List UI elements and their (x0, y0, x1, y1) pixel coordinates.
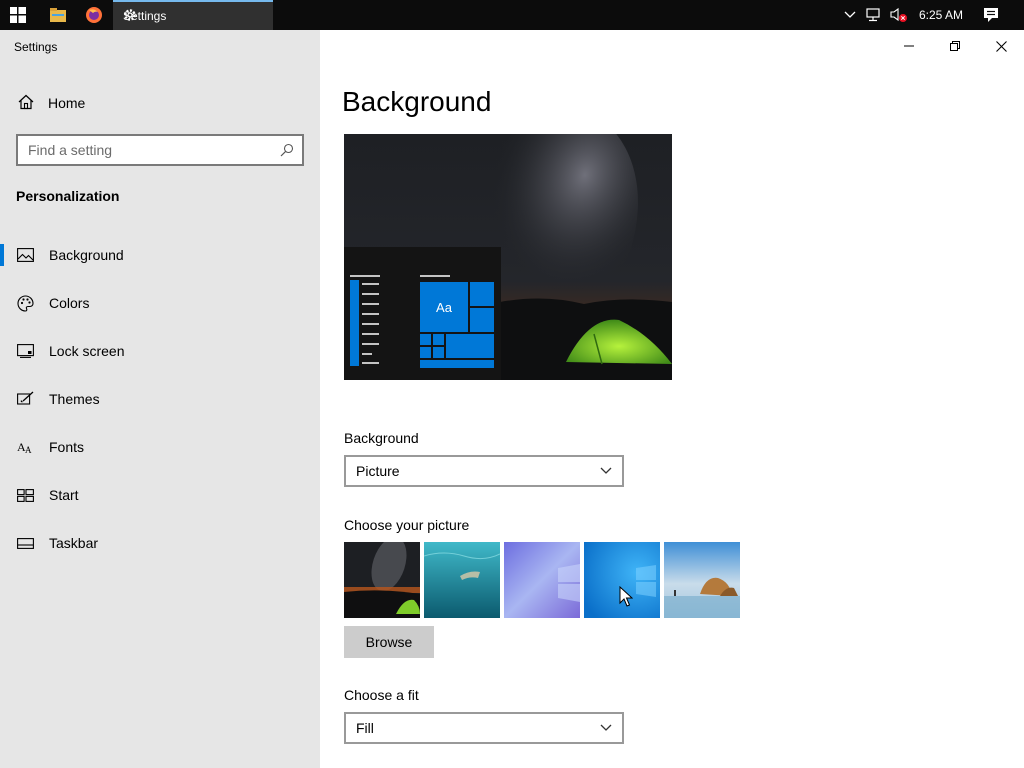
page-title: Background (342, 86, 492, 117)
sidebar-item-label: Background (49, 247, 124, 263)
sidebar-item-label: Themes (49, 391, 100, 407)
minimize-button[interactable] (886, 30, 932, 62)
image-icon (16, 246, 34, 264)
maximize-button[interactable] (932, 30, 978, 62)
background-dropdown-value: Picture (356, 463, 400, 479)
sidebar-item-themes[interactable]: Themes (0, 381, 320, 417)
background-dropdown[interactable]: Picture (344, 455, 624, 487)
svg-text:A: A (25, 445, 32, 455)
start-icon (16, 486, 34, 504)
picture-thumbnails (344, 542, 740, 618)
picture-thumbnail-night-sky[interactable] (344, 542, 420, 618)
sidebar-item-label: Taskbar (49, 535, 99, 551)
file-explorer-icon[interactable] (40, 0, 76, 30)
choose-picture-label: Choose your picture (344, 517, 470, 533)
sidebar: Settings Home Find a setting Personaliza… (0, 30, 320, 768)
taskbar-settings-label: Settings (123, 9, 167, 23)
palette-icon (16, 294, 34, 312)
search-icon[interactable] (272, 143, 302, 157)
chevron-down-icon (590, 467, 622, 475)
fit-dropdown-value: Fill (356, 720, 374, 736)
sidebar-item-taskbar[interactable]: Taskbar (0, 525, 320, 561)
home-icon (18, 94, 34, 113)
sidebar-item-label: Lock screen (49, 343, 125, 359)
action-center-icon[interactable] (976, 0, 1006, 30)
fit-dropdown[interactable]: Fill (344, 712, 624, 744)
search-placeholder: Find a setting (28, 142, 113, 158)
sidebar-item-fonts[interactable]: AA Fonts (0, 429, 320, 465)
network-icon[interactable] (864, 0, 884, 30)
search-input[interactable]: Find a setting (16, 134, 304, 166)
desktop-preview: Aa (344, 134, 672, 380)
fit-label: Choose a fit (344, 687, 419, 703)
clock[interactable]: 6:25 AM (912, 0, 970, 30)
browse-button[interactable]: Browse (344, 626, 434, 658)
close-button[interactable] (978, 30, 1024, 62)
section-title: Personalization (16, 188, 120, 204)
sidebar-item-label: Home (48, 95, 86, 111)
picture-thumbnail-windows-light[interactable] (504, 542, 580, 618)
firefox-icon[interactable] (76, 0, 112, 30)
sidebar-item-background[interactable]: Background (0, 237, 320, 273)
taskbar-icon (16, 534, 34, 552)
sidebar-item-label: Start (49, 487, 79, 503)
sidebar-item-colors[interactable]: Colors (0, 285, 320, 321)
mouse-cursor-icon (619, 585, 634, 613)
window-title: Settings (14, 40, 58, 54)
brush-icon (16, 390, 34, 408)
chevron-down-icon (590, 724, 622, 732)
background-label: Background (344, 430, 419, 446)
sidebar-item-home[interactable]: Home (0, 88, 320, 118)
lock-screen-icon (16, 342, 34, 360)
volume-muted-icon[interactable] (888, 0, 910, 30)
picture-thumbnail-underwater[interactable] (424, 542, 500, 618)
sidebar-item-label: Colors (49, 295, 90, 311)
sidebar-item-lock-screen[interactable]: Lock screen (0, 333, 320, 369)
taskbar-settings-button[interactable]: Settings (113, 0, 273, 30)
windows-start-icon[interactable] (0, 0, 36, 30)
picture-thumbnail-beach[interactable] (664, 542, 740, 618)
chevron-up-icon[interactable] (840, 0, 860, 30)
sidebar-item-start[interactable]: Start (0, 477, 320, 513)
taskbar: Settings 6:25 AM (0, 0, 1024, 30)
sidebar-item-label: Fonts (49, 439, 85, 455)
font-icon: AA (16, 438, 34, 456)
preview-tile-text: Aa (436, 300, 453, 315)
